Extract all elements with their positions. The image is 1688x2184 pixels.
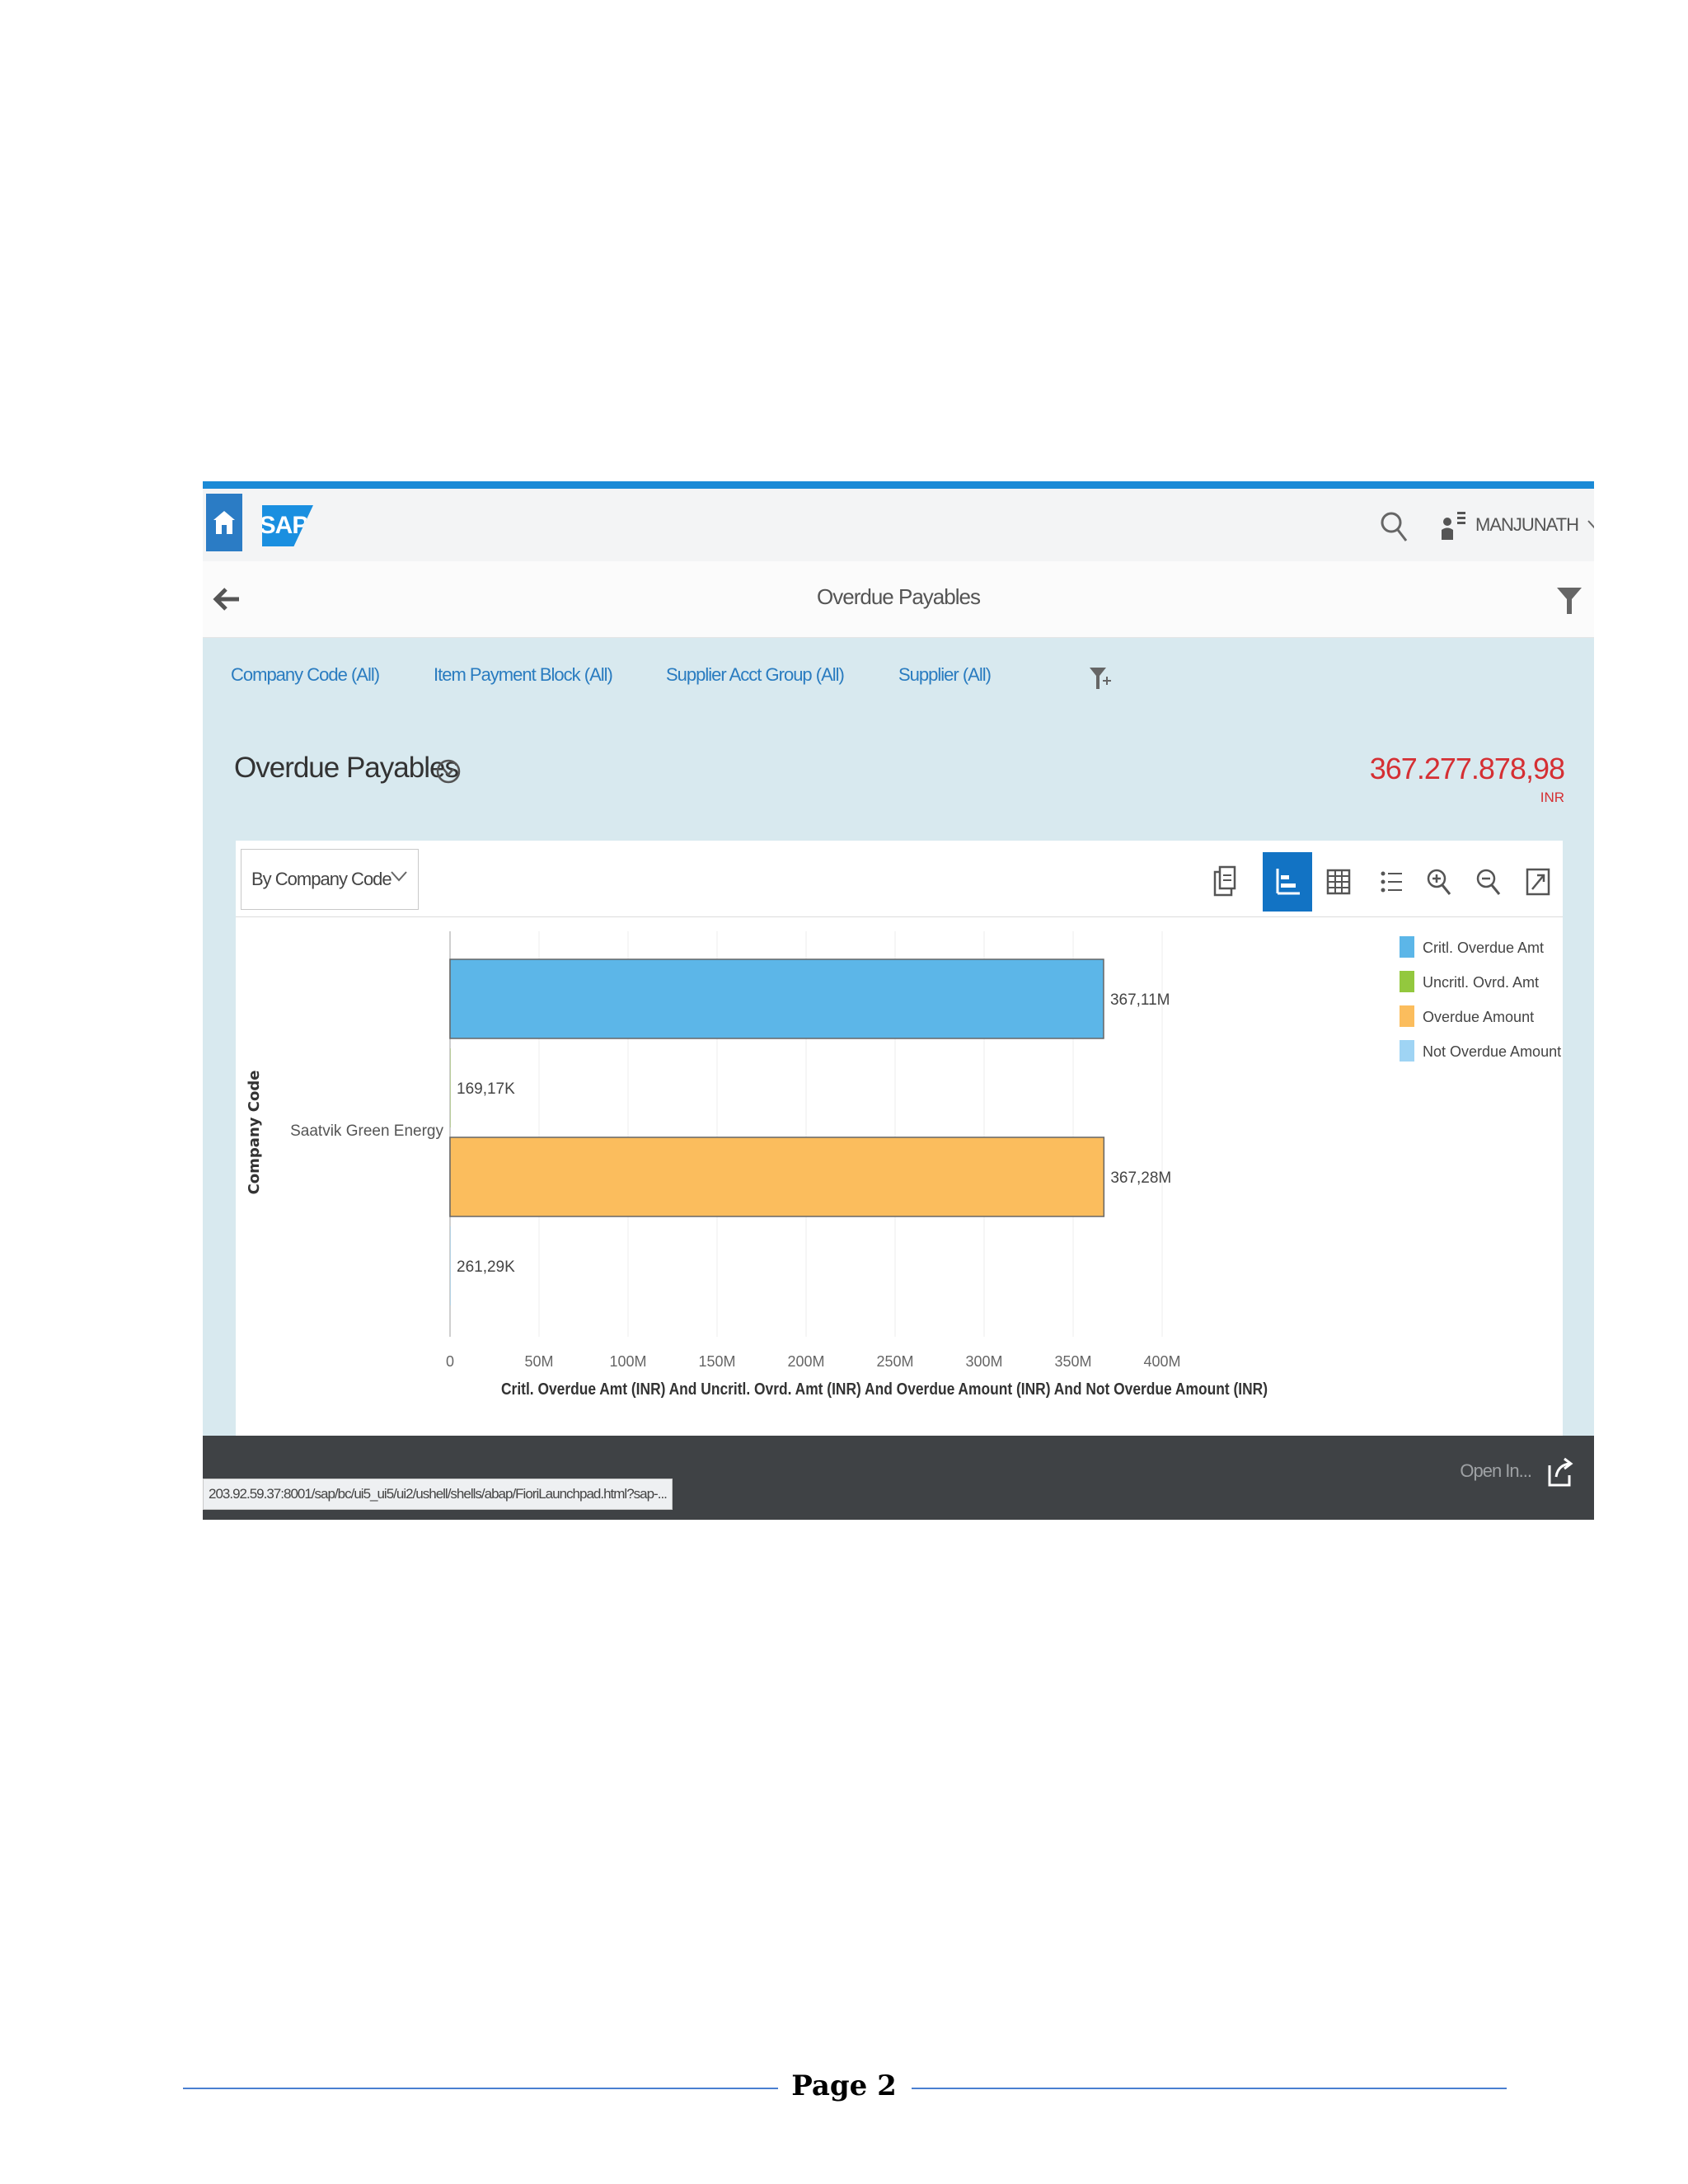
bar-chart-icon xyxy=(1276,869,1300,895)
table-icon xyxy=(1326,869,1351,895)
chart-toolbar: By Company Code xyxy=(236,841,1563,917)
data-label: 261,29K xyxy=(457,1258,515,1276)
status-url: 203.92.59.37:8001/sap/bc/ui5_ui5/ui2/ush… xyxy=(203,1479,673,1510)
home-icon xyxy=(213,511,235,534)
legend-label[interactable]: Uncritl. Ovrd. Amt xyxy=(1423,974,1539,991)
view-select-value: By Company Code xyxy=(251,869,392,889)
kpi-unit: INR xyxy=(1540,790,1564,805)
fullscreen-button[interactable] xyxy=(1513,852,1563,912)
footer-line-right xyxy=(912,2088,1507,2089)
content-area: Company Code (All) Item Payment Block (A… xyxy=(203,638,1594,1436)
legend-label[interactable]: Not Overdue Amount xyxy=(1423,1043,1561,1060)
x-ticks: 0 50M 100M 150M 200M 250M 300M 350M 400M xyxy=(446,1353,1181,1370)
page-title: Overdue Payables xyxy=(817,584,981,609)
data-label: 367,28M xyxy=(1110,1169,1171,1187)
filter-item-payment-block[interactable]: Item Payment Block (All) xyxy=(434,664,613,686)
zoom-out-button[interactable] xyxy=(1464,852,1513,912)
app-screenshot: SAP MANJUNATH Overdue Payables Company C… xyxy=(203,481,1594,1520)
zoom-out-icon xyxy=(1476,869,1501,895)
chart-card: By Company Code Company Code Saatvik Gre… xyxy=(236,841,1563,1436)
kpi-title: Overdue Payables xyxy=(234,752,459,784)
kpi-value: 367.277.878,98 xyxy=(1369,752,1565,785)
bar-not-overdue-amount[interactable] xyxy=(450,1226,451,1305)
filter-company-code[interactable]: Company Code (All) xyxy=(231,664,380,686)
chevron-down-icon xyxy=(1587,520,1594,529)
clear-filter-icon[interactable] xyxy=(1088,664,1113,694)
zoom-in-icon xyxy=(1427,869,1451,895)
chevron-circle-down-icon[interactable] xyxy=(435,758,462,785)
chart-legend: Critl. Overdue Amt Uncritl. Ovrd. Amt Over… xyxy=(1400,936,1561,1062)
page-header: Overdue Payables xyxy=(203,561,1594,638)
legend-swatch xyxy=(1400,936,1414,958)
bars xyxy=(449,958,1105,1305)
category-label: Saatvik Green Energy xyxy=(290,1122,443,1140)
legend-label[interactable]: Overdue Amount xyxy=(1423,1009,1534,1025)
data-label: 367,11M xyxy=(1110,991,1170,1009)
bar-chart: Company Code Saatvik Green Energy 367,11… xyxy=(246,931,1561,1399)
x-tick-label: 200M xyxy=(787,1353,824,1370)
x-axis-title: Critl. Overdue Amt (INR) And Uncritl. Ov… xyxy=(501,1380,1268,1399)
search-icon[interactable] xyxy=(1378,509,1411,546)
x-tick-label: 250M xyxy=(876,1353,913,1370)
bar-critl-overdue-amt[interactable] xyxy=(449,958,1104,1039)
x-tick-label: 300M xyxy=(965,1353,1002,1370)
legend-swatch xyxy=(1400,1005,1414,1027)
page-footer: Page 2 xyxy=(0,2064,1688,2114)
list-icon xyxy=(1381,871,1402,893)
legend-swatch xyxy=(1400,1040,1414,1062)
y-axis-title: Company Code xyxy=(246,1071,263,1195)
user-name: MANJUNATH xyxy=(1475,514,1579,535)
legend-label[interactable]: Critl. Overdue Amt xyxy=(1423,940,1544,956)
chevron-down-icon xyxy=(391,871,407,882)
data-label: 169,17K xyxy=(457,1080,515,1098)
home-button[interactable] xyxy=(206,494,242,551)
legend-swatch xyxy=(1400,971,1414,992)
copy-icon xyxy=(1213,865,1236,897)
open-in-button[interactable]: Open In... xyxy=(1460,1460,1532,1482)
chart-view-button[interactable] xyxy=(1263,852,1312,912)
user-menu[interactable]: MANJUNATH xyxy=(1439,507,1594,543)
x-tick-label: 350M xyxy=(1054,1353,1091,1370)
x-tick-label: 150M xyxy=(698,1353,735,1370)
filter-supplier[interactable]: Supplier (All) xyxy=(898,664,992,686)
page-number: Page 2 xyxy=(791,2069,897,2102)
fullscreen-icon xyxy=(1526,868,1550,896)
table-view-button[interactable] xyxy=(1314,852,1363,912)
filter-icon[interactable] xyxy=(1554,584,1584,617)
copy-button[interactable] xyxy=(1200,852,1250,912)
sap-logo: SAP xyxy=(262,505,313,546)
view-select-dropdown[interactable]: By Company Code xyxy=(241,849,419,910)
share-icon[interactable] xyxy=(1546,1455,1576,1488)
filter-supplier-acct-group[interactable]: Supplier Acct Group (All) xyxy=(666,664,845,686)
user-icon xyxy=(1442,512,1465,540)
x-tick-label: 50M xyxy=(524,1353,553,1370)
x-tick-label: 100M xyxy=(609,1353,646,1370)
shell-bar: SAP MANJUNATH xyxy=(203,489,1594,562)
legend-toggle-button[interactable] xyxy=(1367,852,1416,912)
zoom-in-button[interactable] xyxy=(1414,852,1464,912)
x-tick-label: 0 xyxy=(446,1353,454,1370)
x-tick-label: 400M xyxy=(1143,1353,1180,1370)
shell-accent-line xyxy=(203,481,1594,489)
bar-overdue-amount[interactable] xyxy=(449,1137,1105,1217)
